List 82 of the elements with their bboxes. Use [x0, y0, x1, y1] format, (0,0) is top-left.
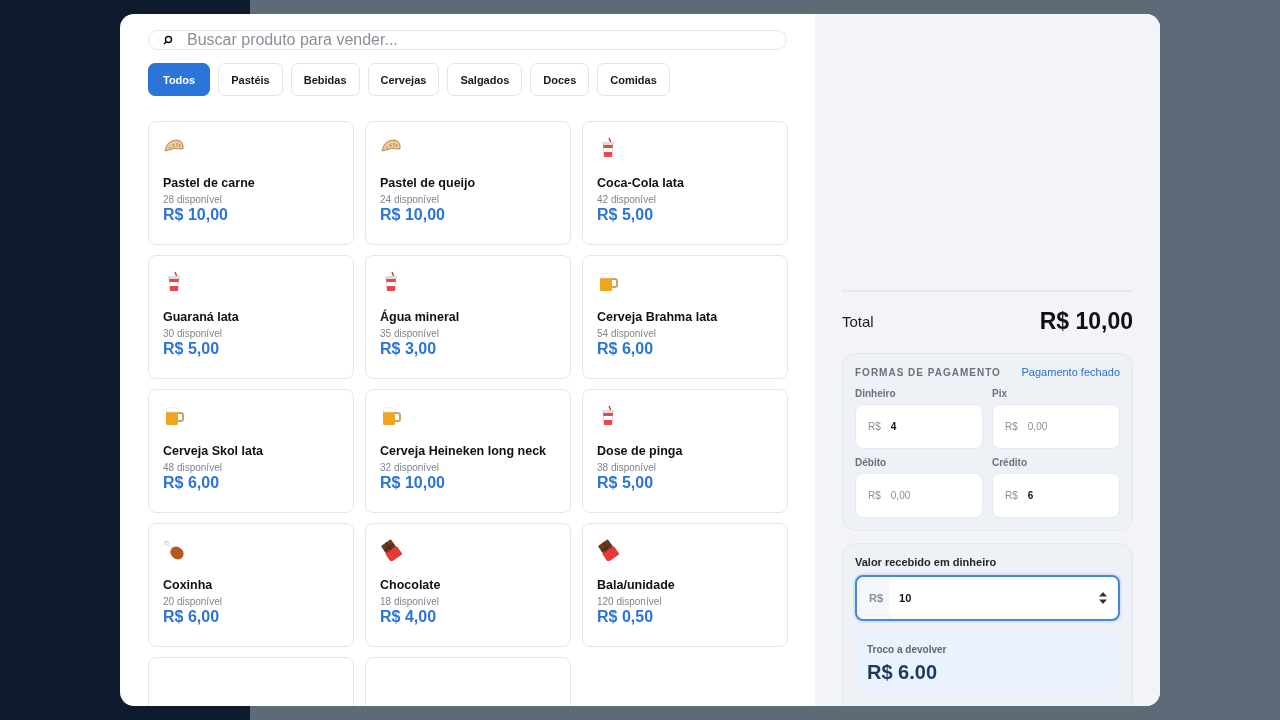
product-name: Chocolate	[380, 578, 442, 592]
stock-count: 28 disponível	[163, 194, 223, 205]
product-name: Pastel de carne	[163, 176, 256, 190]
product-card[interactable]: Cerveja Brahma lata 54 disponível R$ 6,00	[582, 255, 788, 379]
product-card[interactable]: Dose de pinga 38 disponível R$ 5,00	[582, 389, 788, 513]
product-card[interactable]: Coxinha 20 disponível R$ 6,00	[148, 523, 354, 647]
product-card[interactable]: Pastel de carne 28 disponível R$ 10,00	[148, 121, 354, 245]
product-name: Dose de pinga	[597, 444, 684, 458]
category-tab[interactable]: Cervejas	[367, 63, 440, 96]
stock-count: 32 disponível	[380, 462, 440, 473]
stock-count: 30 disponível	[163, 328, 223, 339]
product-price: R$ 10,00	[380, 206, 446, 224]
product-price: R$ 5,00	[597, 474, 655, 492]
total-label: Total	[842, 313, 874, 330]
product-price: R$ 0,50	[597, 608, 655, 626]
section-title: FORMAS DE PAGAMENTO	[855, 366, 1001, 378]
product-price: R$ 3,00	[380, 340, 438, 358]
stock-count: 24 disponível	[380, 194, 440, 205]
product-card[interactable]: Guaraná lata 30 disponível R$ 5,00	[148, 255, 354, 379]
product-price: R$ 6,00	[163, 608, 221, 626]
currency-prefix: R$	[868, 490, 881, 501]
category-tab[interactable]: Comidas	[597, 63, 670, 96]
field-label: Débito	[855, 457, 888, 468]
field-label: Pix	[992, 388, 1008, 399]
currency-prefix: R$	[1005, 421, 1018, 432]
field-label: Dinheiro	[855, 388, 897, 399]
category-tab[interactable]: Bebidas	[290, 63, 360, 96]
product-price: R$ 5,00	[163, 340, 221, 358]
amount-field[interactable]: R$ 6	[992, 473, 1120, 518]
stock-count: 35 disponível	[380, 328, 440, 339]
payment-status-link[interactable]: Pagamento fechado	[1021, 366, 1120, 378]
product-name: Cerveja Heineken long neck	[380, 444, 548, 458]
amount-field[interactable]: R$ 0,00	[855, 473, 983, 518]
category-tab[interactable]: Todos	[148, 63, 211, 96]
total-amount: R$ 10,00	[1039, 308, 1133, 335]
stock-count: 54 disponível	[597, 328, 657, 339]
product-name: Bala/unidade	[597, 578, 676, 592]
beer-mug-icon	[597, 271, 619, 293]
product-name: Água mineral	[380, 310, 461, 324]
field-label: Valor recebido em dinheiro	[855, 556, 998, 568]
amount-field[interactable]: R$ 4	[855, 404, 983, 449]
stock-count: 18 disponível	[380, 596, 440, 607]
spinner-icon[interactable]	[1098, 591, 1108, 605]
product-name: Coca-Cola lata	[597, 176, 685, 190]
product-price: R$ 5,00	[597, 206, 655, 224]
cash-received-field[interactable]: R$ 10	[855, 575, 1120, 621]
product-price: R$ 6,00	[597, 340, 655, 358]
stock-count: 120 disponível	[597, 596, 663, 607]
category-tab[interactable]: Salgados	[447, 63, 523, 96]
product-price: R$ 4,00	[380, 608, 438, 626]
product-name: Coxinha	[163, 578, 214, 592]
beer-mug-icon	[380, 405, 402, 427]
category-tab[interactable]: Doces	[530, 63, 590, 96]
product-card[interactable]: Coca-Cola lata 42 disponível R$ 5,00	[582, 121, 788, 245]
change-amount: R$ 6.00	[867, 661, 939, 684]
currency-prefix: R$	[1005, 490, 1018, 501]
beer-mug-icon	[163, 405, 185, 427]
product-name: Guaraná lata	[163, 310, 240, 324]
stock-count: 38 disponível	[597, 462, 657, 473]
product-card[interactable]: Cerveja Heineken long neck 32 disponível R$ 10,00	[365, 389, 571, 513]
drumstick-icon	[163, 539, 185, 561]
currency-prefix: R$	[868, 592, 885, 604]
stock-count: 20 disponível	[163, 596, 223, 607]
currency-prefix: R$	[868, 421, 881, 432]
stock-count: 48 disponível	[163, 462, 223, 473]
product-name: Pastel de queijo	[380, 176, 477, 190]
amount-field[interactable]: R$ 0,00	[992, 404, 1120, 449]
product-price: R$ 10,00	[163, 206, 229, 224]
field-label: Crédito	[992, 457, 1028, 468]
stock-count: 42 disponível	[597, 194, 657, 205]
product-card[interactable]: Cerveja Skol lata 48 disponível R$ 6,00	[148, 389, 354, 513]
product-card[interactable]: Água mineral 35 disponível R$ 3,00	[365, 255, 571, 379]
product-name: Cerveja Skol lata	[163, 444, 265, 458]
product-card[interactable]: Bala/unidade 120 disponível R$ 0,50	[582, 523, 788, 647]
product-price: R$ 6,00	[163, 474, 221, 492]
category-tab[interactable]: Pastéis	[218, 63, 283, 96]
product-price: R$ 10,00	[380, 474, 446, 492]
search-icon	[163, 35, 173, 45]
change-label: Troco a devolver	[867, 644, 948, 655]
product-card[interactable]: Pastel de queijo 24 disponível R$ 10,00	[365, 121, 571, 245]
product-card[interactable]: Chocolate 18 disponível R$ 4,00	[365, 523, 571, 647]
product-name: Cerveja Brahma lata	[597, 310, 719, 324]
